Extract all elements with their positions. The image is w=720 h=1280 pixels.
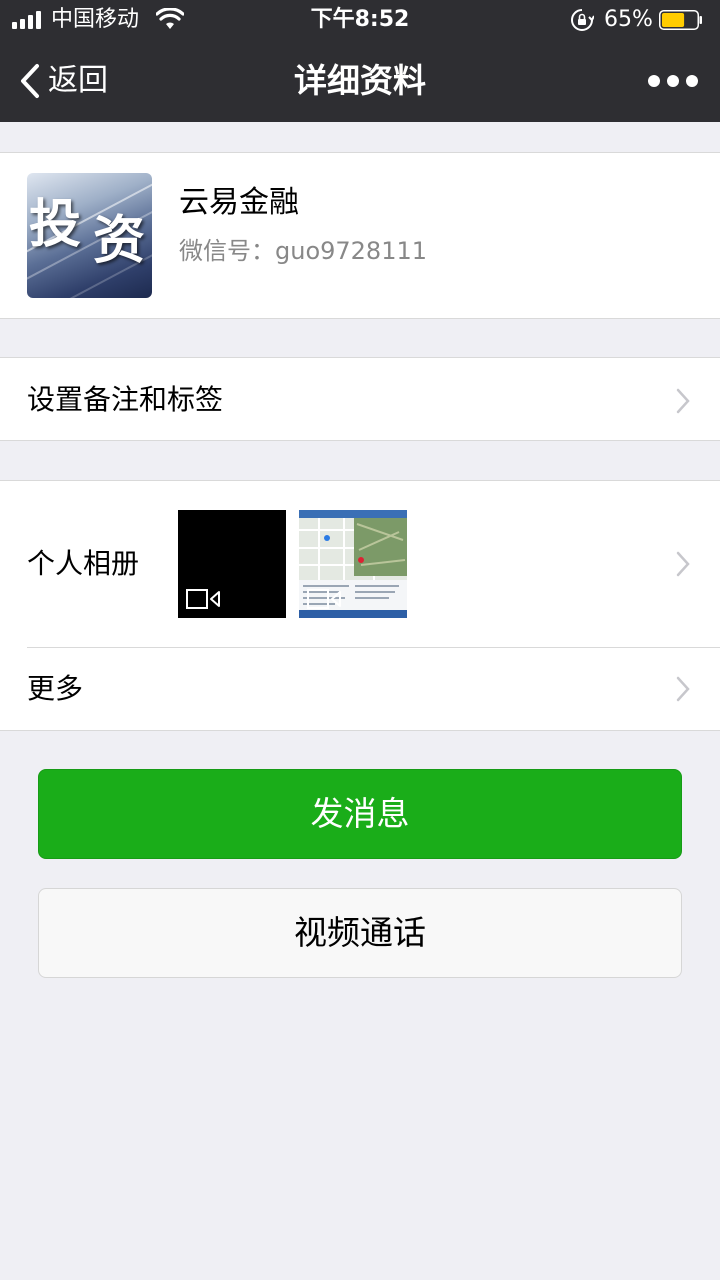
avatar[interactable]: 投 资 [27, 173, 152, 298]
more-label: 更多 [27, 672, 84, 705]
profile-card: 投 资 云易金融 微信号：guo9728111 [0, 152, 720, 319]
chevron-right-icon [676, 551, 690, 577]
album-thumbnail[interactable] [299, 510, 407, 618]
chevron-left-icon [21, 64, 39, 98]
battery-percent: 65% [604, 7, 653, 32]
video-camera-icon [307, 589, 341, 609]
back-button[interactable]: 返回 [18, 58, 108, 104]
chevron-right-icon [676, 676, 690, 702]
video-call-button[interactable]: 视频通话 [38, 888, 682, 978]
avatar-char-2: 资 [93, 210, 146, 271]
page-title: 详细资料 [294, 61, 426, 100]
battery-icon [659, 10, 702, 30]
status-bar: 中国移动 下午8:52 65% [0, 0, 720, 40]
profile-name: 云易金融 [179, 185, 299, 220]
video-camera-icon [186, 589, 220, 609]
top-bar: 中国移动 下午8:52 65% 返回 详细资料 [0, 0, 720, 122]
more-dots-icon[interactable] [646, 68, 700, 94]
more-row[interactable]: 更多 [0, 648, 720, 732]
remark-tags-label: 设置备注和标签 [27, 383, 224, 416]
wechat-id: 微信号：guo9728111 [179, 237, 428, 265]
rotation-lock-icon [571, 9, 594, 31]
back-label: 返回 [48, 63, 108, 98]
send-message-button[interactable]: 发消息 [38, 769, 682, 859]
album-thumbnail[interactable] [178, 510, 286, 618]
personal-album-label: 个人相册 [27, 547, 140, 580]
remark-tags-row[interactable]: 设置备注和标签 [0, 357, 720, 441]
personal-album-row[interactable]: 个人相册 [0, 481, 720, 647]
chevron-right-icon [676, 388, 690, 414]
album-more-group: 个人相册 更多 [0, 480, 720, 731]
avatar-char-1: 投 [29, 194, 82, 255]
